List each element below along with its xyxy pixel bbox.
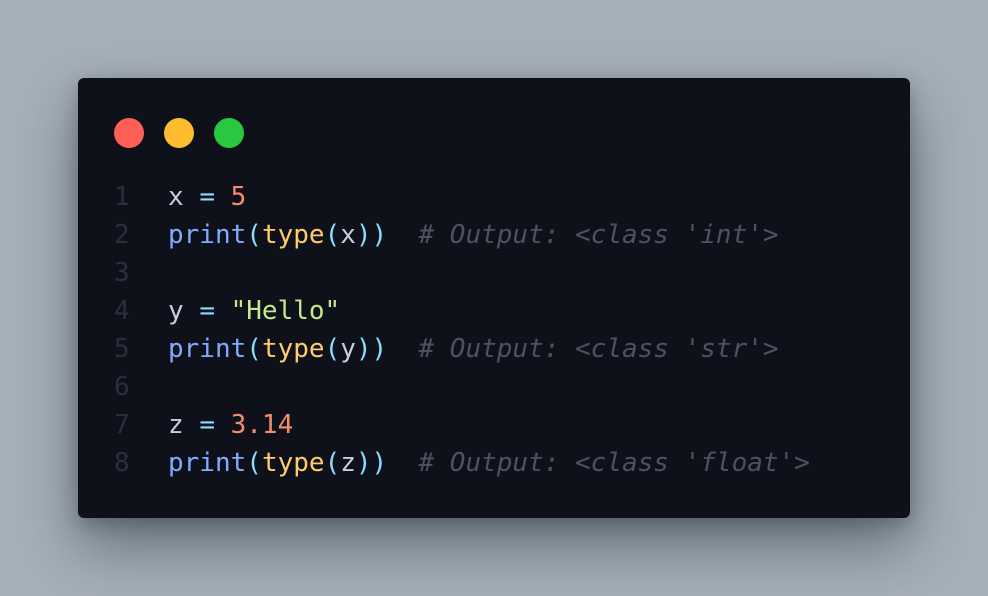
code-token-var — [215, 410, 231, 440]
code-token-var — [184, 410, 200, 440]
code-line: 3 — [78, 254, 910, 292]
code-token-builtin: type — [261, 334, 325, 364]
maximize-button[interactable] — [214, 118, 244, 148]
code-token-builtin: type — [261, 448, 325, 478]
line-source: print(type(x)) # Output: <class 'int'> — [168, 216, 779, 254]
code-token-var: x — [168, 182, 184, 212]
line-number: 1 — [114, 182, 130, 212]
code-token-var: z — [168, 410, 184, 440]
code-line: 8 print(type(z)) # Output: <class 'float'… — [78, 444, 910, 482]
code-token-paren: ( — [324, 448, 341, 478]
code-token-fn: print — [168, 334, 247, 364]
code-token-op: = — [199, 410, 215, 440]
code-token-op: = — [199, 182, 215, 212]
code-token-var: y — [340, 334, 356, 364]
code-token-var — [387, 448, 418, 478]
code-token-paren: ( — [246, 334, 262, 364]
code-token-var: y — [168, 296, 184, 326]
code-line: 2 print(type(x)) # Output: <class 'int'> — [78, 216, 910, 254]
code-token-var — [184, 182, 200, 212]
code-token-paren: )) — [355, 220, 388, 250]
line-number: 7 — [114, 410, 130, 440]
code-token-var — [184, 296, 200, 326]
code-token-num: 3.14 — [230, 410, 294, 440]
code-line: 7 z = 3.14 — [78, 406, 910, 444]
code-token-var — [215, 182, 231, 212]
line-number: 3 — [114, 258, 130, 288]
line-source: x = 5 — [168, 178, 246, 216]
line-number: 4 — [114, 296, 130, 326]
line-number: 2 — [114, 220, 130, 250]
code-token-fn: print — [168, 448, 247, 478]
code-token-fn: print — [168, 220, 247, 250]
code-token-var — [387, 334, 418, 364]
code-token-builtin: type — [261, 220, 325, 250]
code-line: 6 — [78, 368, 910, 406]
line-source: print(type(z)) # Output: <class 'float'> — [168, 444, 810, 482]
code-token-comment: # Output: <class 'str'> — [418, 334, 779, 364]
code-token-paren: )) — [355, 334, 388, 364]
code-token-var: z — [340, 448, 356, 478]
line-source: y = "Hello" — [168, 292, 340, 330]
line-number: 6 — [114, 372, 130, 402]
code-token-var — [215, 296, 231, 326]
code-token-num: 5 — [230, 182, 247, 212]
code-line: 4 y = "Hello" — [78, 292, 910, 330]
code-token-paren: )) — [355, 448, 388, 478]
close-button[interactable] — [114, 118, 144, 148]
code-token-var — [387, 220, 418, 250]
code-token-comment: # Output: <class 'int'> — [418, 220, 779, 250]
code-token-paren: ( — [246, 448, 262, 478]
code-line: 1 x = 5 — [78, 178, 910, 216]
minimize-button[interactable] — [164, 118, 194, 148]
code-token-paren: ( — [324, 334, 341, 364]
line-number: 8 — [114, 448, 130, 478]
line-number: 5 — [114, 334, 130, 364]
code-token-paren: ( — [246, 220, 262, 250]
code-line: 5 print(type(y)) # Output: <class 'str'> — [78, 330, 910, 368]
code-token-op: = — [199, 296, 215, 326]
code-block: 1x = 5 2 print(type(x)) # Output: <class '… — [78, 178, 910, 482]
code-token-comment: # Output: <class 'float'> — [418, 448, 810, 478]
line-source: print(type(y)) # Output: <class 'str'> — [168, 330, 779, 368]
line-source: z = 3.14 — [168, 406, 293, 444]
code-token-str: "Hello" — [230, 296, 341, 326]
code-token-paren: ( — [324, 220, 341, 250]
code-token-var: x — [340, 220, 356, 250]
code-window: 1x = 5 2 print(type(x)) # Output: <class '… — [78, 78, 910, 518]
